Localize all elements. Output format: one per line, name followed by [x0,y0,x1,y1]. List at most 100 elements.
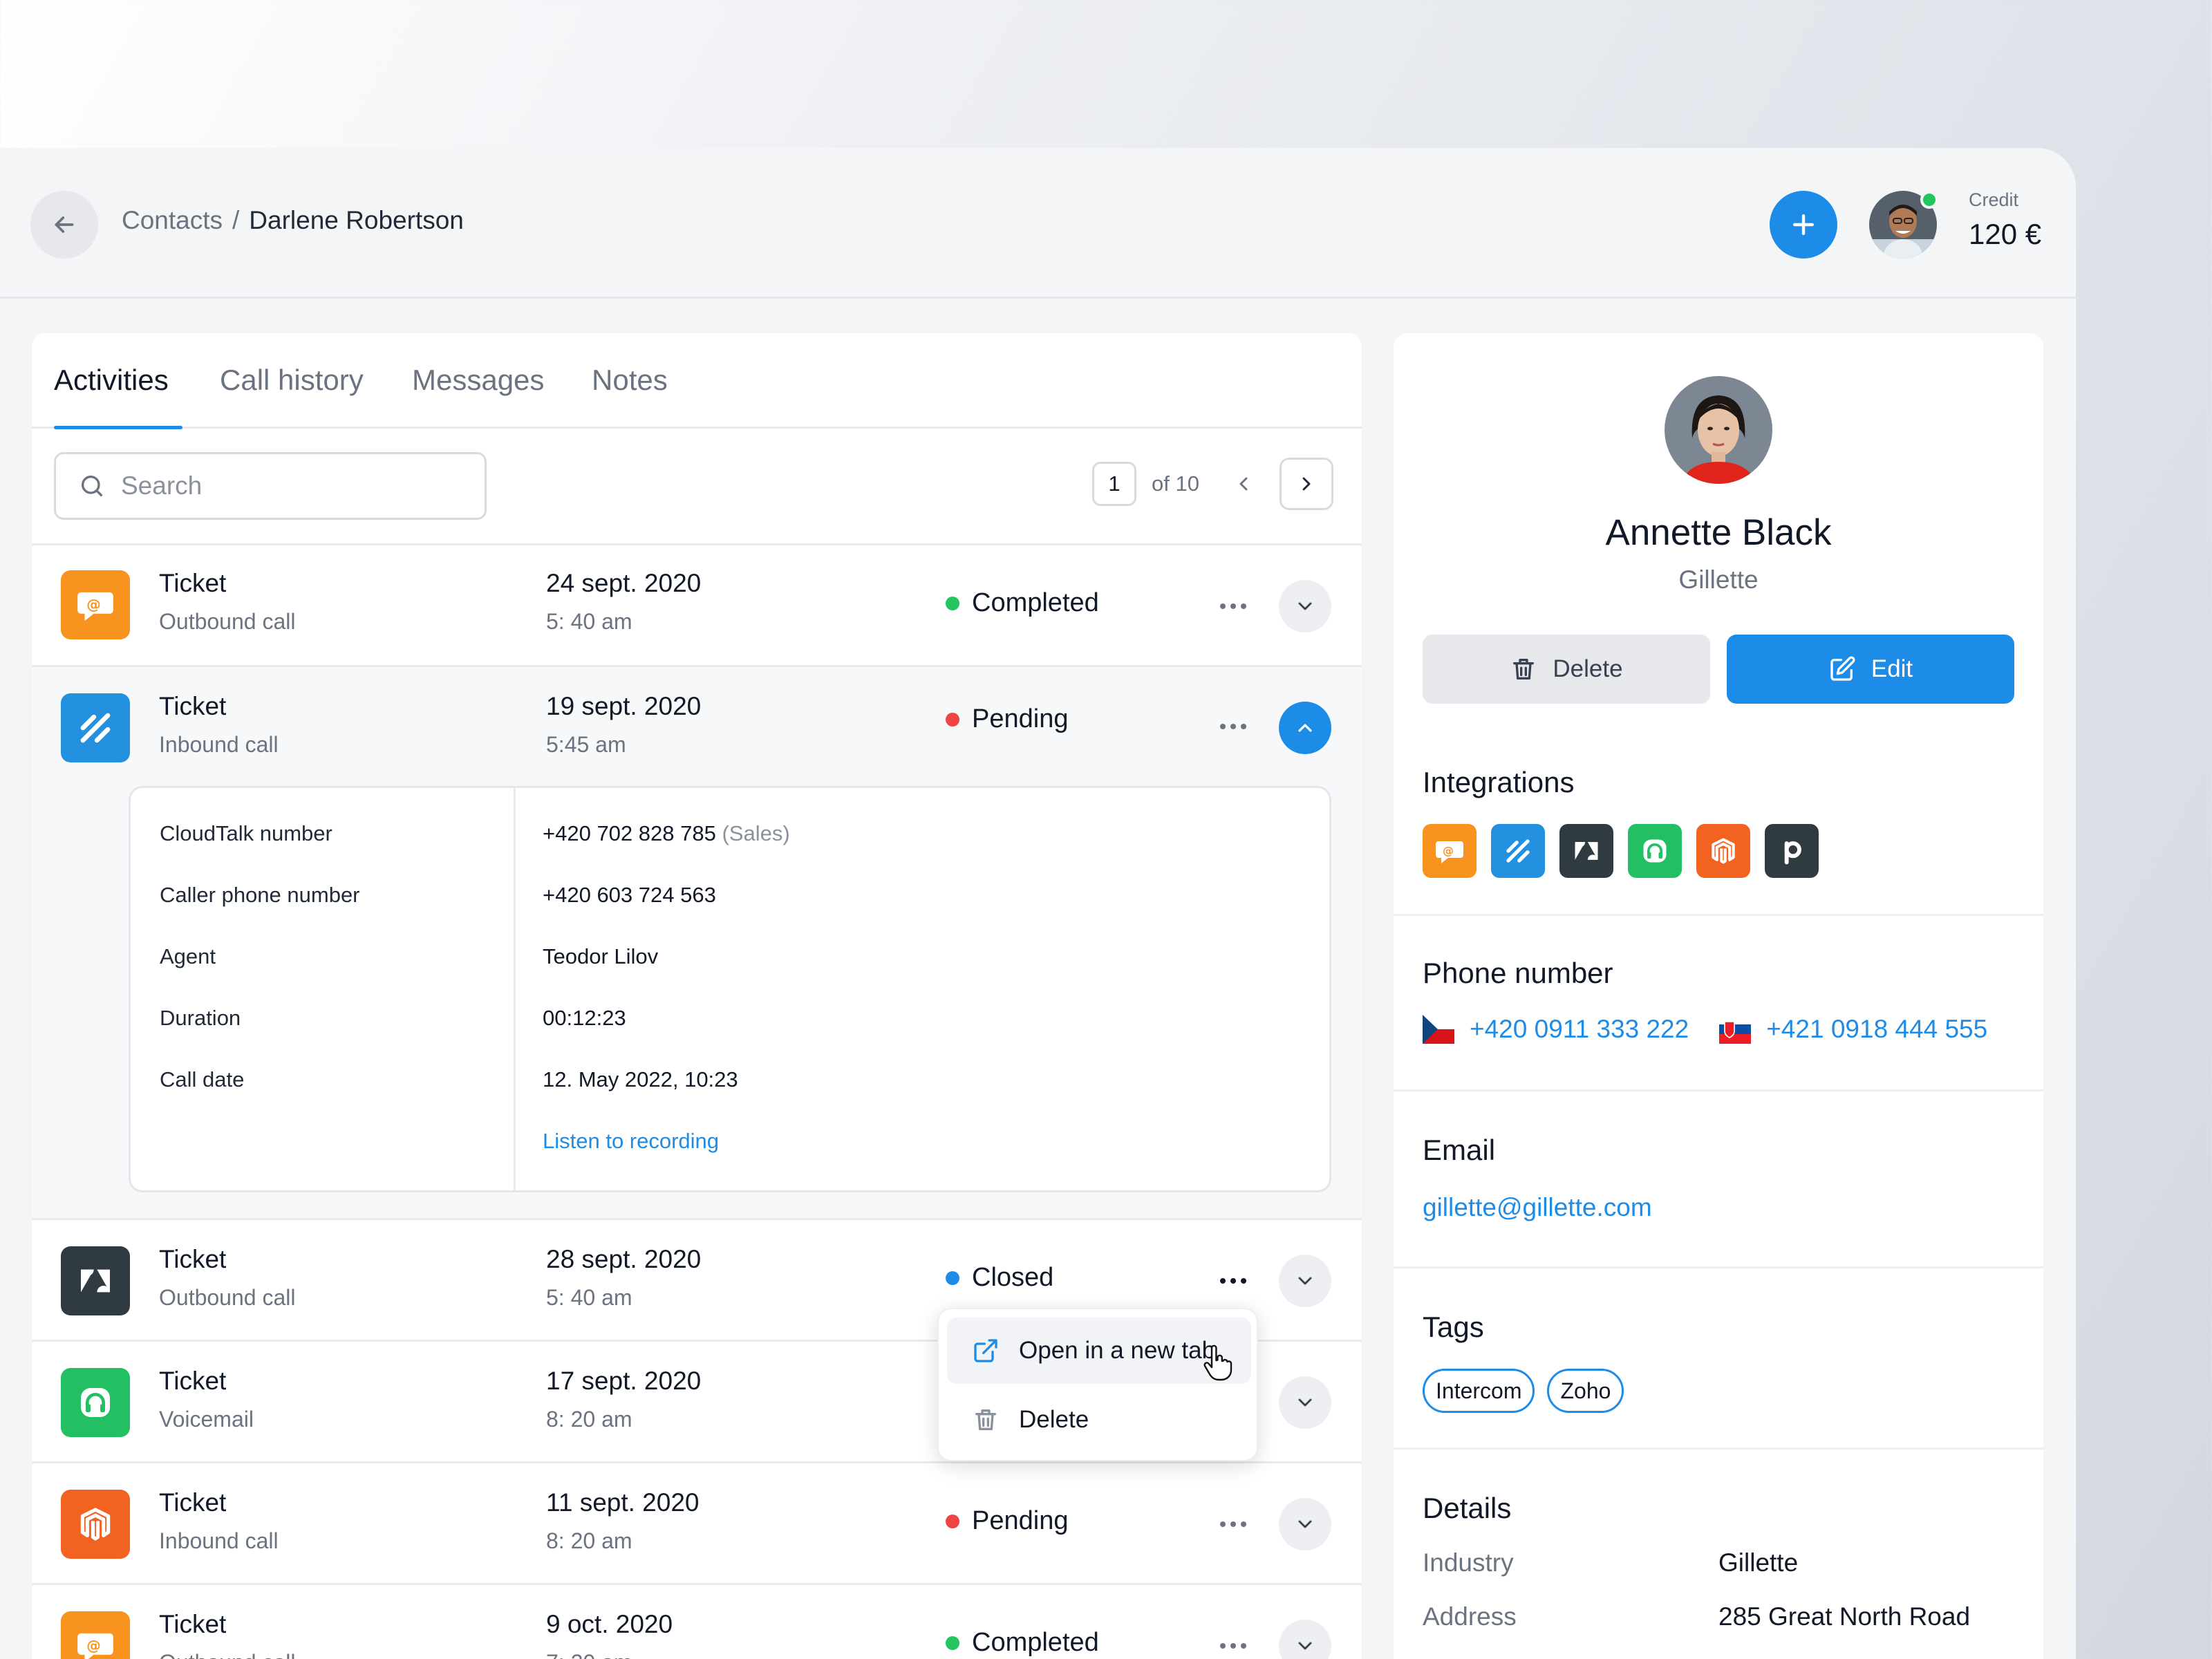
intercom-chat-icon[interactable]: @ [1423,824,1477,878]
expand-button[interactable] [1279,1620,1331,1659]
email-link[interactable]: gillette@gillette.com [1423,1193,1652,1222]
activity-subtitle: Inbound call [159,732,279,757]
listen-to-recording-link[interactable]: Listen to recording [543,1129,719,1154]
prev-page-button[interactable] [1230,462,1257,506]
activity-date: 9 oct. 2020 [546,1610,673,1638]
helpdesk-slashes-icon[interactable] [1491,824,1545,878]
delete-menu-item[interactable]: Delete [947,1387,1251,1453]
czech-flag-icon [1423,1015,1454,1044]
phone-number-czech[interactable]: +420 0911 333 222 [1423,1015,1689,1044]
status-dot [946,596,959,610]
status-badge: Completed [946,1628,1099,1658]
integrations-title: Integrations [1423,766,1575,798]
more-options-button[interactable] [1212,1510,1254,1538]
contact-avatar-photo [1665,376,1772,484]
trash-icon [975,1409,996,1430]
tab-messages[interactable]: Messages [412,364,544,397]
activity-time: 8: 20 am [546,1528,632,1553]
breadcrumb-contacts-link[interactable]: Contacts [122,206,223,235]
tab-activities[interactable]: Activities [54,364,169,397]
active-tab-indicator [54,426,182,429]
activity-title: Ticket [159,1610,227,1638]
arrow-left-icon [55,216,74,233]
expand-button[interactable] [1279,1376,1331,1429]
chevron-down-icon [1298,1520,1312,1528]
chevron-down-icon [1298,1642,1312,1650]
status-label: Completed [972,588,1099,617]
intercom-chat-icon: @ [61,1611,130,1659]
back-button[interactable] [30,191,98,259]
status-dot [946,712,959,727]
detail-label: Agent [160,944,216,968]
contact-profile-panel: Annette Black Gillette Delete Edit Integ… [1394,333,2043,1659]
detail-label: Caller phone number [160,883,360,907]
zendesk-icon[interactable] [1559,824,1613,878]
activity-row-expanded[interactable]: Ticket Inbound call 19 sept. 2020 5:45 a… [32,665,1362,1218]
page-number-input[interactable]: 1 [1092,462,1136,506]
activity-title: Ticket [159,692,227,720]
tag-chip[interactable]: Zoho [1547,1369,1624,1413]
pagination: 1 of 10 [1092,458,1333,510]
delete-label: Delete [1019,1406,1089,1433]
status-badge: Closed [946,1263,1053,1293]
pipedrive-p-icon[interactable] [1765,824,1819,878]
tab-notes[interactable]: Notes [592,364,668,397]
slovak-flag-icon [1719,1015,1752,1044]
search-box[interactable] [54,452,487,520]
expand-button[interactable] [1279,1498,1331,1550]
activity-subtitle: Voicemail [159,1407,254,1432]
intercom-chat-icon: @ [61,570,130,639]
contact-name: Annette Black [1605,512,1832,553]
open-in-new-tab-label: Open in a new tab [1019,1337,1216,1364]
more-options-button[interactable] [1212,1632,1254,1659]
chevron-up-icon [1298,724,1312,732]
magento-icon[interactable] [1696,824,1750,878]
activity-date: 28 sept. 2020 [546,1245,702,1273]
plus-icon [1792,214,1815,236]
status-dot [946,1514,959,1528]
more-options-button[interactable] [1212,713,1254,740]
freshdesk-headset-icon[interactable] [1628,824,1682,878]
add-button[interactable] [1770,191,1837,259]
tag-chip[interactable]: Intercom [1423,1369,1535,1413]
detail-value: +420 702 828 785 (Sales) [543,821,790,846]
phone-number-slovak[interactable]: +421 0918 444 555 [1719,1015,1987,1044]
collapse-button[interactable] [1279,702,1331,754]
more-options-button[interactable] [1212,592,1254,620]
activity-date: 17 sept. 2020 [546,1367,702,1395]
status-label: Pending [972,1506,1069,1535]
expand-button[interactable] [1279,1255,1331,1307]
detail-value: 12. May 2022, 10:23 [543,1067,738,1091]
activity-row[interactable]: Ticket Inbound call 11 sept. 2020 8: 20 … [32,1461,1362,1583]
activity-row[interactable]: @ Ticket Outbound call 24 sept. 2020 5: … [32,543,1362,665]
activity-title: Ticket [159,1245,227,1273]
cloudtalk-number: +420 702 828 785 [543,821,716,845]
svg-text:@: @ [86,596,101,612]
expand-button[interactable] [1279,580,1331,632]
detail-value: Gillette [1718,1548,1799,1577]
integrations-list: @ [1423,824,1819,878]
status-label: Completed [972,1628,1099,1657]
tags-title: Tags [1423,1311,1484,1343]
activity-title: Ticket [159,1367,227,1395]
details-title: Details [1423,1492,1512,1524]
activity-subtitle: Outbound call [159,1285,296,1310]
tab-call-history[interactable]: Call history [220,364,364,397]
next-page-button[interactable] [1279,458,1333,510]
breadcrumb-separator: / [232,206,240,234]
search-input[interactable] [121,471,453,500]
svg-text:@: @ [1443,844,1454,857]
activity-time: 5: 40 am [546,609,632,634]
more-options-button[interactable] [1212,1267,1254,1295]
activity-row[interactable]: @ Ticket Outbound call 9 oct. 2020 7: 20… [32,1583,1362,1659]
number-note: (Sales) [722,821,790,845]
detail-label: CloudTalk number [160,821,332,845]
detail-value: +420 603 724 563 [543,883,716,907]
activity-subtitle: Outbound call [159,1650,295,1659]
delete-contact-button[interactable]: Delete [1423,635,1710,704]
chevron-down-icon [1298,1277,1312,1285]
phone-number-value: +421 0918 444 555 [1766,1015,1988,1043]
svg-text:@: @ [86,1637,101,1653]
edit-contact-button[interactable]: Edit [1727,635,2014,704]
user-avatar[interactable] [1869,191,1938,259]
